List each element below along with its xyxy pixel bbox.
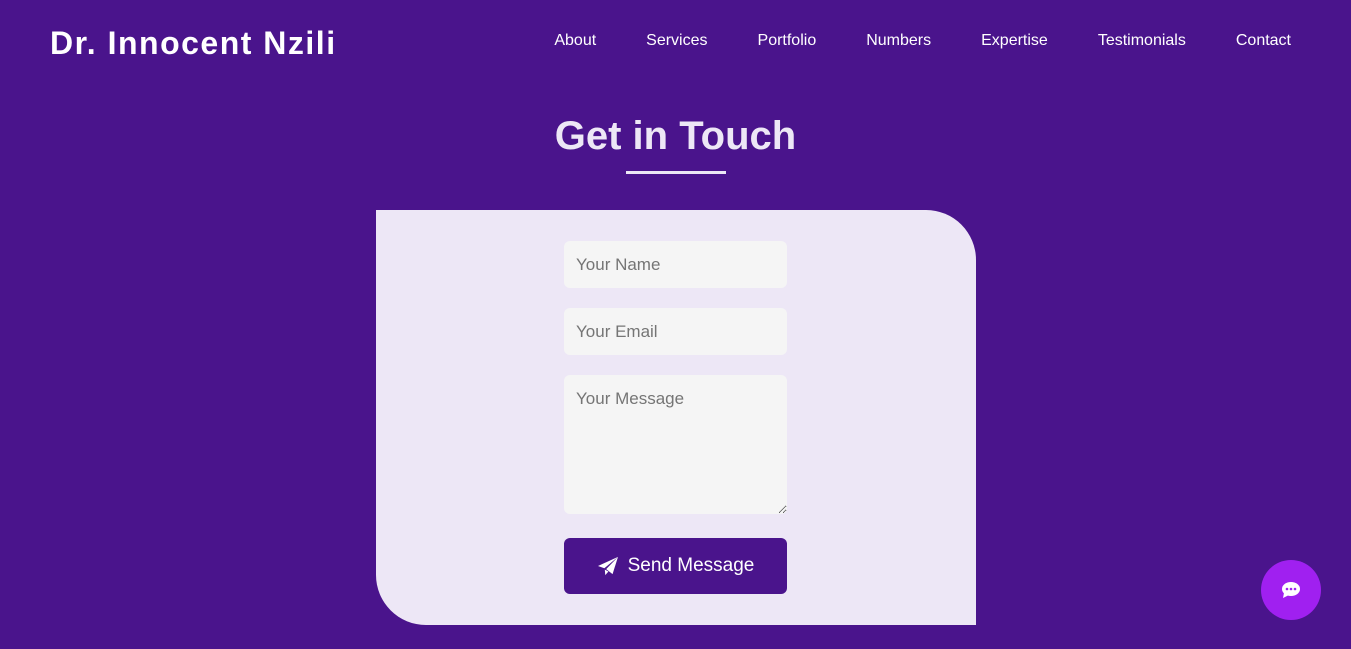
nav-link-portfolio[interactable]: Portfolio xyxy=(758,31,817,51)
chat-button[interactable] xyxy=(1261,560,1321,620)
site-brand[interactable]: Dr. Innocent Nzili xyxy=(50,24,337,62)
site-header: Dr. Innocent Nzili About Services Portfo… xyxy=(0,0,1351,84)
nav-link-about[interactable]: About xyxy=(554,31,596,51)
send-message-label: Send Message xyxy=(627,555,755,576)
message-textarea[interactable] xyxy=(564,375,787,514)
nav-link-testimonials[interactable]: Testimonials xyxy=(1098,31,1186,51)
paper-plane-icon xyxy=(597,556,619,576)
send-message-button[interactable]: Send Message xyxy=(564,538,787,594)
contact-form-card: Send Message xyxy=(376,210,976,625)
name-input[interactable] xyxy=(564,241,787,288)
nav-link-services[interactable]: Services xyxy=(646,31,707,51)
nav-link-numbers[interactable]: Numbers xyxy=(866,31,931,51)
chat-icon xyxy=(1281,581,1301,599)
title-underline xyxy=(626,171,726,174)
email-input[interactable] xyxy=(564,308,787,355)
main-nav: About Services Portfolio Numbers Experti… xyxy=(554,31,1291,51)
nav-link-contact[interactable]: Contact xyxy=(1236,31,1291,51)
nav-link-expertise[interactable]: Expertise xyxy=(981,31,1048,51)
section-title: Get in Touch xyxy=(554,114,797,158)
